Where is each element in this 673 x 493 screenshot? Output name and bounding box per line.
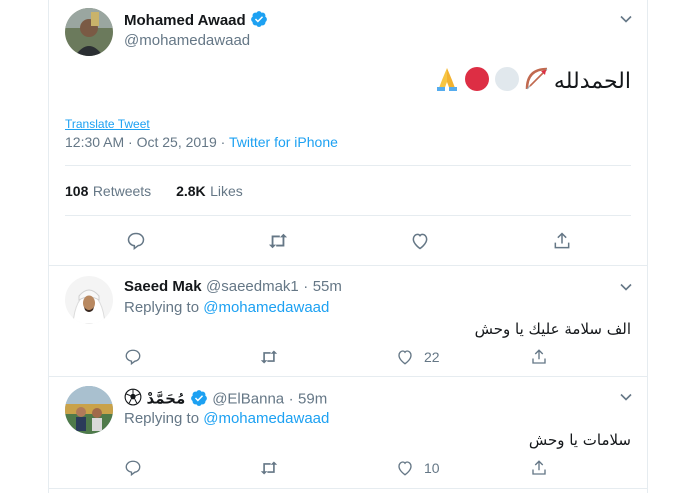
reply-author-name[interactable]: مُحَمَّدْ [146, 390, 185, 408]
share-icon[interactable] [552, 231, 572, 251]
replying-to-link[interactable]: @mohamedawaad [203, 299, 329, 316]
reply-dot: · [288, 390, 294, 408]
tweet-thread-column: Mohamed Awaad @mohamedawaad الحمدلله Tra… [48, 0, 648, 493]
tweet-source-link[interactable]: Twitter for iPhone [229, 134, 338, 150]
replying-to-row: Replying to @mohamedawaad [124, 410, 329, 427]
reply-avatar[interactable] [65, 386, 113, 434]
replying-to-row: Replying to @mohamedawaad [124, 299, 329, 316]
like-icon[interactable] [396, 348, 414, 366]
reply-header: مُحَمَّدْ @ElBanna · 59m [124, 388, 327, 411]
share-icon[interactable] [530, 459, 548, 477]
reply-time[interactable]: 55m [313, 278, 342, 295]
chevron-down-icon[interactable] [619, 390, 633, 404]
tweet-timestamp-row: 12:30 AM · Oct 25, 2019 · Twitter for iP… [65, 134, 338, 150]
verified-badge-icon [190, 389, 208, 407]
retweet-icon[interactable] [259, 459, 279, 477]
red-circle-emoji-icon [464, 66, 490, 97]
like-icon[interactable] [396, 459, 414, 477]
reply-like-action[interactable]: 10 [396, 459, 440, 477]
soccer-ball-icon [124, 388, 142, 411]
reply-icon[interactable] [124, 348, 142, 366]
retweet-icon[interactable] [267, 231, 289, 251]
share-icon[interactable] [530, 348, 548, 366]
divider [49, 265, 647, 266]
chevron-down-icon[interactable] [619, 12, 633, 26]
tweet-time[interactable]: 12:30 AM · Oct 25, 2019 · [65, 134, 229, 150]
reply-avatar[interactable] [65, 276, 113, 324]
reply-like-count: 22 [424, 349, 440, 365]
retweets-stat[interactable]: 108 Retweets [65, 183, 156, 200]
author-name[interactable]: Mohamed Awaad [124, 12, 246, 29]
tweet-text-row: الحمدلله [434, 66, 631, 96]
tweet-stats: 108 Retweets 2.8K Likes [65, 183, 243, 201]
reply-time[interactable]: 59m [298, 391, 327, 408]
reply-author-handle[interactable]: @saeedmak1 [206, 278, 299, 295]
replying-to-label: Replying to [124, 410, 200, 427]
reply-header: Saeed Mak @saeedmak1 · 55m [124, 278, 342, 296]
retweets-count: 108 [65, 183, 89, 199]
retweet-icon[interactable] [259, 348, 279, 366]
author-handle[interactable]: @mohamedawaad [124, 32, 250, 49]
author-name-row: Mohamed Awaad [124, 10, 268, 30]
tweet-text: الحمدلله [553, 68, 631, 94]
reply-icon[interactable] [126, 231, 146, 251]
reply-dot: · [303, 278, 309, 295]
divider [65, 215, 631, 216]
reply-like-count: 10 [424, 460, 440, 476]
reply-text: سلامات يا وحش [528, 431, 631, 449]
divider [49, 376, 647, 377]
folded-hands-emoji-icon [434, 66, 460, 97]
reply-author-handle[interactable]: @ElBanna [212, 391, 284, 408]
white-circle-emoji-icon [494, 66, 520, 97]
author-avatar[interactable] [65, 8, 113, 56]
reply-icon[interactable] [124, 459, 142, 477]
replying-to-link[interactable]: @mohamedawaad [203, 410, 329, 427]
reply-like-action[interactable]: 22 [396, 348, 440, 366]
divider [65, 165, 631, 166]
bow-and-arrow-emoji-icon [524, 66, 550, 97]
like-icon[interactable] [410, 231, 430, 251]
chevron-down-icon[interactable] [619, 280, 633, 294]
retweets-label: Retweets [92, 183, 152, 199]
likes-count: 2.8K [176, 183, 206, 199]
translate-tweet-link[interactable]: Translate Tweet [65, 117, 150, 131]
likes-stat[interactable]: 2.8K Likes [176, 183, 243, 200]
reply-text: الف سلامة عليك يا وحش [474, 320, 631, 338]
replying-to-label: Replying to [124, 299, 200, 316]
verified-badge-icon [250, 10, 268, 28]
reply-author-name[interactable]: Saeed Mak [124, 278, 202, 295]
divider [49, 488, 647, 489]
likes-label: Likes [210, 183, 243, 199]
